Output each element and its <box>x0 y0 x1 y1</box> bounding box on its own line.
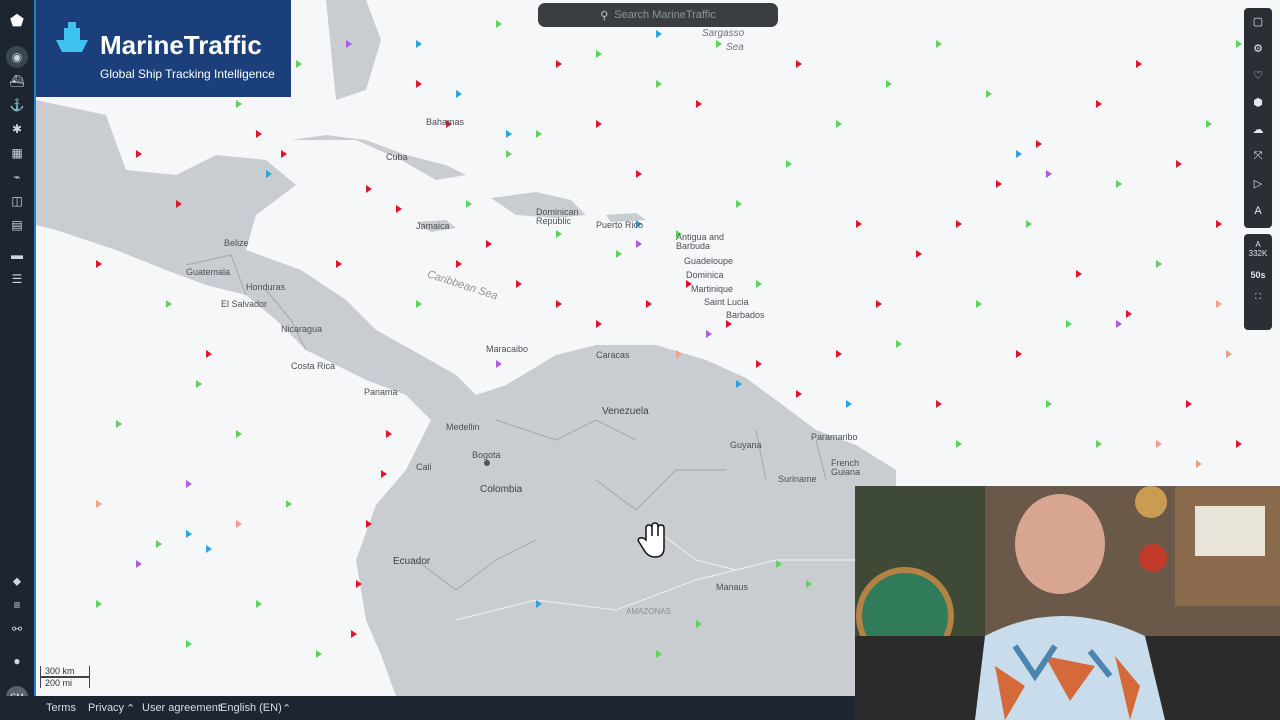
label-french-guiana: French Guiana <box>831 458 860 477</box>
live-map-icon[interactable]: ◉ <box>6 46 28 68</box>
label-guatemala: Guatemala <box>186 267 230 277</box>
filter-icon[interactable]: ⚙ <box>1244 35 1272 62</box>
label-ecuador: Ecuador <box>393 556 431 567</box>
cuba-land <box>291 135 466 180</box>
network-icon[interactable]: ⚯ <box>6 618 28 640</box>
label-panama: Panama <box>364 387 398 397</box>
webcam-scene <box>855 486 1280 720</box>
map-scale: 300 km 200 mi <box>40 666 90 692</box>
refresh-timer: 50s <box>1250 270 1266 280</box>
left-sidebar: ⬟ ◉ ⛴ ⚓ ✱ ▦ ⌁ ◫ ▤ ▬ ☰ ⬥ ≡ ⚯ ● SM <box>0 0 36 720</box>
label-cali: Cali <box>416 462 432 472</box>
brand-name: MarineTraffic <box>100 30 262 60</box>
label-saint-lucia: Saint Lucia <box>704 297 749 307</box>
map-options-icon[interactable]: ▢ <box>1244 8 1272 35</box>
scale-km: 300 km <box>40 666 90 677</box>
hand-cursor-icon <box>637 522 665 558</box>
label-amazonas: AMAZONAS <box>626 607 671 616</box>
labels-icon[interactable]: A <box>1244 197 1272 224</box>
language-select[interactable]: English (EN) <box>220 702 282 714</box>
vessel-count: 332K <box>1248 249 1268 258</box>
layers-icon[interactable]: ◫ <box>6 190 28 212</box>
label-antigua: Antigua and Barbuda <box>676 232 724 251</box>
label-caracas: Caracas <box>596 350 630 360</box>
label-manaus: Manaus <box>716 582 749 592</box>
reports-icon[interactable]: ▤ <box>6 214 28 236</box>
central-south-america-land <box>36 100 896 696</box>
label-venezuela: Venezuela <box>602 406 649 417</box>
label-puerto-rico: Puerto Rico <box>596 220 643 230</box>
ports-icon[interactable]: ⚓ <box>6 94 28 116</box>
layers-stack-icon[interactable]: ⬢ <box>1244 89 1272 116</box>
privacy-link[interactable]: Privacy <box>88 702 124 714</box>
ship-logo-icon <box>56 22 88 52</box>
search-bar[interactable]: ⚲ Search MarineTraffic <box>538 3 778 27</box>
label-cuba: Cuba <box>386 152 408 162</box>
label-bahamas: Bahamas <box>426 117 465 127</box>
label-suriname: Suriname <box>778 474 817 484</box>
label-guadeloupe: Guadeloupe <box>684 256 733 266</box>
vessels-icon[interactable]: ⛴ <box>6 70 28 92</box>
label-medellin: Medellin <box>446 422 480 432</box>
label-sargasso-sea: Sargasso Sea <box>702 28 745 53</box>
brand-tagline: Global Ship Tracking Intelligence <box>100 67 275 81</box>
vessel-count-icon: A <box>1255 240 1261 249</box>
app-root: Sargasso Sea Bahamas Cuba Jamaica Dominic… <box>0 0 1280 720</box>
label-bogota: Bogota <box>472 450 501 460</box>
playback-icon[interactable]: ▷ <box>1244 170 1272 197</box>
label-paramaribo: Paramaribo <box>811 432 858 442</box>
label-dominican-republic: Dominican Republic <box>536 207 579 226</box>
weather-icon[interactable]: ☁ <box>1244 116 1272 143</box>
antenna-icon[interactable]: ⌁ <box>6 166 28 188</box>
right-toolbar: ▢ ⚙ ♡ ⬢ ☁ ⤧ ▷ A <box>1244 8 1272 228</box>
florida-land <box>326 0 381 100</box>
footer-bar: Terms Privacy ⌃ User agreement English (… <box>0 696 856 720</box>
label-maracaibo: Maracaibo <box>486 344 528 354</box>
notifications-icon[interactable]: ● <box>6 650 28 672</box>
list-icon[interactable]: ☰ <box>6 268 28 290</box>
label-guyana: Guyana <box>730 440 762 450</box>
brand-banner[interactable]: MarineTraffic Global Ship Tracking Intel… <box>36 0 291 97</box>
terms-link[interactable]: Terms <box>46 702 76 714</box>
favorites-icon[interactable]: ♡ <box>1244 62 1272 89</box>
search-placeholder: Search MarineTraffic <box>614 9 716 21</box>
language-chevron-icon[interactable]: ⌃ <box>282 702 291 715</box>
scale-mi: 200 mi <box>40 677 90 688</box>
ship-icon[interactable]: ▬ <box>6 244 28 266</box>
label-barbados: Barbados <box>726 310 765 320</box>
label-el-salvador: El Salvador <box>221 299 267 309</box>
privacy-chevron-icon[interactable]: ⌃ <box>126 702 135 715</box>
label-colombia: Colombia <box>480 484 523 495</box>
label-jamaica: Jamaica <box>416 221 450 231</box>
search-icon: ⚲ <box>600 9 609 22</box>
tag-icon[interactable]: ⬥ <box>6 570 28 592</box>
label-caribbean-sea: Caribbean Sea <box>426 268 500 302</box>
home-logo-icon[interactable]: ⬟ <box>6 10 28 32</box>
webcam-video <box>855 486 1280 720</box>
database-icon[interactable]: ≡ <box>6 594 28 616</box>
stats-panel: A 332K 50s ⛶ <box>1244 234 1272 330</box>
label-dominica: Dominica <box>686 270 724 280</box>
label-nicaragua: Nicaragua <box>281 324 322 334</box>
fleet-icon[interactable]: ▦ <box>6 142 28 164</box>
label-belize: Belize <box>224 238 249 248</box>
label-costa-rica: Costa Rica <box>291 361 335 371</box>
label-honduras: Honduras <box>246 282 286 292</box>
measure-icon[interactable]: ⤧ <box>1244 143 1272 170</box>
fullscreen-icon[interactable]: ⛶ <box>1244 292 1272 302</box>
label-martinique: Martinique <box>691 284 733 294</box>
stations-icon[interactable]: ✱ <box>6 118 28 140</box>
user-agreement-link[interactable]: User agreement <box>142 702 221 714</box>
